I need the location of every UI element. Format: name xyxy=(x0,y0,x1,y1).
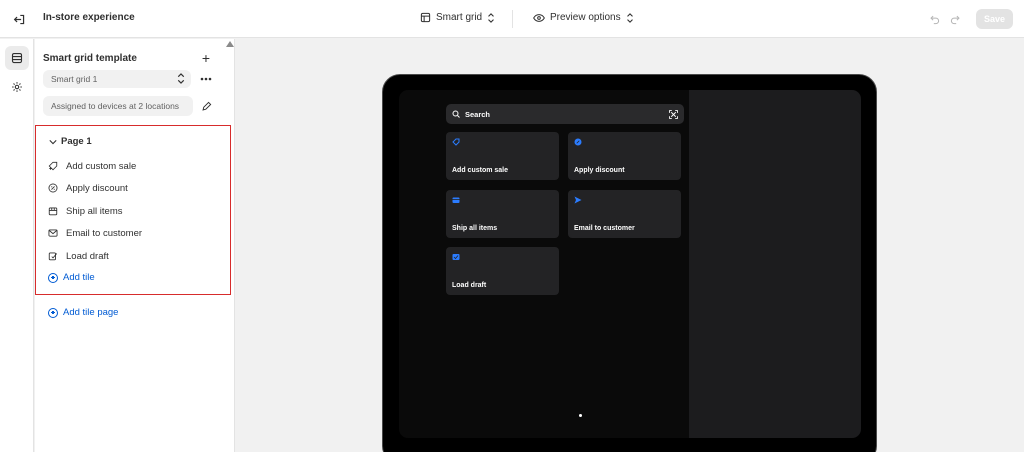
pencil-icon xyxy=(201,101,211,111)
page-header-toggle[interactable]: Page 1 xyxy=(49,136,92,147)
chevron-updown-icon xyxy=(177,73,185,84)
plus-circle-icon xyxy=(48,272,58,283)
email-icon xyxy=(48,228,58,238)
page-label: Page 1 xyxy=(61,136,92,147)
draft-icon xyxy=(452,253,460,261)
assigned-locations-field: Assigned to devices at 2 locations xyxy=(43,96,193,116)
smart-grid-select-label: Smart grid xyxy=(436,12,483,23)
tile-item-load-draft[interactable]: Load draft xyxy=(48,248,109,264)
undo-button[interactable] xyxy=(927,12,941,26)
gear-icon xyxy=(12,82,22,92)
tablet-screen: Search Add custom sale Apply discount Sh… xyxy=(399,90,861,438)
add-tile-page-link[interactable]: Add tile page xyxy=(48,307,118,318)
package-icon xyxy=(452,196,460,204)
top-divider xyxy=(512,10,513,28)
tile-item-apply-discount[interactable]: Apply discount xyxy=(48,180,128,196)
ellipsis-icon xyxy=(200,77,212,81)
preview-tile-load-draft[interactable]: Load draft xyxy=(446,247,559,295)
tag-icon xyxy=(452,138,460,146)
edit-assignment-button[interactable] xyxy=(199,99,213,113)
exit-button[interactable] xyxy=(10,10,28,28)
section-title: Smart grid template xyxy=(43,53,137,64)
tile-item-add-custom-sale[interactable]: Add custom sale xyxy=(48,158,136,174)
tile-item-ship-all-items[interactable]: Ship all items xyxy=(48,203,123,219)
preview-options-select[interactable]: Preview options xyxy=(533,12,634,23)
preview-search-bar[interactable]: Search xyxy=(446,104,684,124)
chevron-down-icon xyxy=(49,139,57,144)
app-title: In-store experience xyxy=(43,12,135,23)
save-button[interactable]: Save xyxy=(976,9,1013,29)
preview-tile-label: Ship all items xyxy=(452,225,498,232)
draft-icon xyxy=(48,251,58,261)
template-select-value: Smart grid 1 xyxy=(51,74,98,84)
preview-tile-add-custom-sale[interactable]: Add custom sale xyxy=(446,132,559,180)
redo-button[interactable] xyxy=(948,12,962,26)
more-actions-button[interactable] xyxy=(199,72,213,86)
undo-icon xyxy=(929,15,939,24)
preview-tile-label: Apply discount xyxy=(574,167,625,174)
tablet-preview: Search Add custom sale Apply discount Sh… xyxy=(382,74,877,452)
scroll-up-arrow[interactable] xyxy=(226,41,234,47)
left-rail xyxy=(0,39,34,452)
grid-layout-icon xyxy=(420,12,431,23)
tile-item-label: Email to customer xyxy=(66,227,143,239)
discount-icon xyxy=(48,183,58,193)
exit-icon xyxy=(13,14,24,24)
preview-options-label: Preview options xyxy=(550,12,621,23)
preview-tile-email-to-customer[interactable]: Email to customer xyxy=(568,190,681,238)
tile-item-label: Ship all items xyxy=(66,205,123,217)
top-bar: In-store experience Smart grid Preview o… xyxy=(0,0,1024,38)
sections-icon xyxy=(11,52,23,64)
preview-tile-label: Email to customer xyxy=(574,225,635,232)
search-icon xyxy=(452,110,460,118)
smart-grid-select[interactable]: Smart grid xyxy=(420,12,495,23)
rail-sections-button[interactable] xyxy=(5,46,29,70)
preview-search-label: Search xyxy=(465,109,491,119)
preview-tile-label: Load draft xyxy=(452,282,487,289)
page-section: Page 1 Add custom sale Apply discount Sh… xyxy=(35,125,231,295)
tile-item-label: Apply discount xyxy=(66,182,128,194)
send-icon xyxy=(574,196,582,204)
rail-settings-button[interactable] xyxy=(5,75,29,99)
scan-icon xyxy=(668,109,678,119)
tag-plus-icon xyxy=(48,161,58,171)
discount-icon xyxy=(574,138,582,146)
package-icon xyxy=(48,206,58,216)
add-tile-link[interactable]: Add tile xyxy=(48,272,95,283)
cart-pane xyxy=(689,90,861,438)
chevron-updown-icon xyxy=(626,12,633,23)
tile-item-label: Add custom sale xyxy=(66,160,137,172)
template-select[interactable]: Smart grid 1 xyxy=(43,70,191,88)
add-tile-page-label: Add tile page xyxy=(63,307,119,318)
page-indicator-dot xyxy=(579,414,582,417)
preview-tile-apply-discount[interactable]: Apply discount xyxy=(568,132,681,180)
tile-item-email-to-customer[interactable]: Email to customer xyxy=(48,225,142,241)
eye-icon xyxy=(533,13,545,22)
chevron-updown-icon xyxy=(488,12,495,23)
side-panel: Smart grid template + Smart grid 1 Assig… xyxy=(35,39,235,452)
add-tile-label: Add tile xyxy=(63,272,95,283)
scan-button[interactable] xyxy=(668,109,678,119)
redo-icon xyxy=(950,15,960,24)
tile-item-label: Load draft xyxy=(66,250,109,262)
plus-circle-icon xyxy=(48,307,58,318)
preview-tile-label: Add custom sale xyxy=(452,167,509,174)
preview-tile-ship-all-items[interactable]: Ship all items xyxy=(446,190,559,238)
add-template-button[interactable]: + xyxy=(199,51,213,65)
